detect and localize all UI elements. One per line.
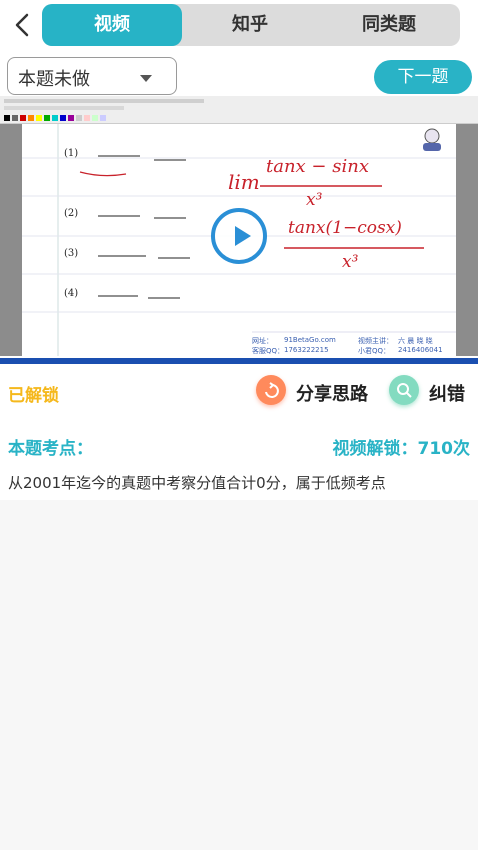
error-correction-icon[interactable] [389,375,419,405]
share-thoughts-button[interactable]: 分享思路 [296,380,368,406]
error-correction-button[interactable]: 纠错 [429,380,465,406]
problem-number: (1) [64,148,79,159]
footer-value: 91BetaGo.com [284,336,336,344]
sub-toolbar: 本题未做 下一题 [0,52,478,98]
play-button-icon[interactable] [211,208,267,264]
top-bar: 视频 知乎 同类题 [0,0,478,52]
footer-label: 小君QQ： [358,347,391,355]
status-dropdown-value: 本题未做 [18,69,90,90]
tab-zhihu[interactable]: 知乎 [182,4,318,46]
action-row: 已解锁 分享思路 纠错 [0,364,478,420]
problem-number: (2) [64,208,79,219]
footer-label: 网址： [252,337,273,345]
tab-bar: 视频 知乎 同类题 [42,4,460,46]
video-frame-left-margin [0,124,22,356]
handwriting-lim: lim [228,170,260,194]
next-question-button[interactable]: 下一题 [374,60,472,94]
unlocked-badge: 已解锁 [8,386,59,406]
handwriting-numerator: tanx(1−cosx) [288,218,402,238]
handwriting-denominator: x³ [306,190,323,210]
video-frame-right-margin [456,124,478,356]
video-frame-toolbar [0,96,478,124]
video-player[interactable]: (1) (2) (3) (4) lim tanx − sinx x³ tanx(… [0,96,478,364]
share-icon[interactable] [256,375,286,405]
footer-value: 2416406041 [398,346,443,354]
problem-number: (3) [64,248,79,259]
problem-number: (4) [64,288,79,299]
tab-similar-questions[interactable]: 同类题 [318,4,460,46]
back-arrow-icon[interactable] [8,10,38,40]
handwriting-denominator: x³ [342,252,359,272]
footer-label: 视频主讲： [358,337,393,345]
footer-value: 六 晨 晓 晓 [398,337,433,345]
knowledge-point-description: 从2001年迄今的真题中考察分值合计0分，属于低频考点 [8,474,386,492]
status-dropdown[interactable]: 本题未做 [7,57,177,95]
footer-value: 1763222215 [284,346,329,354]
footer-label: 客服QQ： [252,347,285,355]
video-unlock-count: 视频解锁：710次 [332,439,471,459]
knowledge-point-title: 本题考点： [8,439,93,459]
handwriting-numerator: tanx − sinx [266,156,369,177]
video-frame-toolbar-strip [4,99,204,121]
chevron-down-icon [140,75,152,82]
knowledge-point-section: 本题考点： 视频解锁：710次 从2001年迄今的真题中考察分值合计0分，属于低… [0,420,478,500]
tab-video[interactable]: 视频 [42,4,182,46]
